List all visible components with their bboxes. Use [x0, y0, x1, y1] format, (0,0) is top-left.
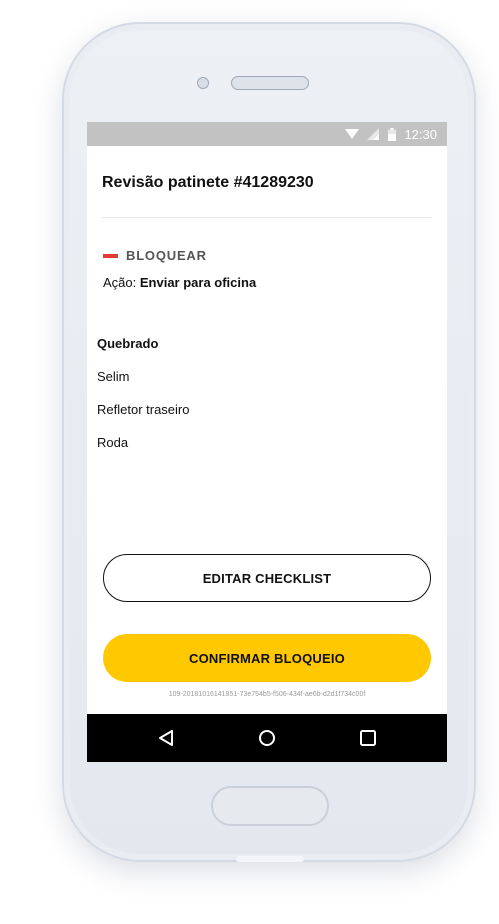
broken-item: Selim: [97, 369, 130, 384]
broken-item: Roda: [97, 435, 129, 450]
battery-icon: [388, 127, 397, 141]
divider: [102, 217, 431, 218]
screen: 12:30 Revisão patinete #41289230 BLOQUEA…: [87, 122, 447, 762]
footer-id: 109-20181016141851-73e754b5-f506-434f-ae…: [168, 691, 366, 698]
block-label: BLOQUEAR: [126, 248, 207, 263]
red-status-bar: [103, 253, 118, 258]
page-title: Revisão patinete #41289230: [102, 174, 314, 191]
phone-bottom-edge: [236, 856, 304, 862]
status-icons: 12:30: [345, 126, 437, 142]
action-value: Enviar para oficina: [139, 275, 257, 290]
signal-icon: [367, 128, 380, 140]
broken-item: Refletor traseiro: [97, 402, 190, 417]
phone-home-button[interactable]: [211, 786, 329, 826]
wifi-icon: [345, 129, 360, 139]
android-nav-bar: [87, 714, 447, 762]
home-icon[interactable]: [257, 728, 277, 748]
action-prefix: Ação:: [103, 275, 140, 290]
status-bar: 12:30: [87, 122, 447, 146]
camera-icon: [197, 77, 209, 89]
recents-icon[interactable]: [358, 728, 378, 748]
action-line: Ação: Enviar para oficina: [103, 275, 256, 290]
speaker-grille: [231, 76, 309, 90]
back-icon[interactable]: [157, 728, 177, 748]
status-time: 12:30: [404, 126, 437, 142]
confirm-block-button[interactable]: CONFIRMAR BLOQUEIO: [103, 634, 431, 682]
edit-checklist-button[interactable]: EDITAR CHECKLIST: [103, 554, 431, 602]
block-status: BLOQUEAR: [103, 248, 207, 263]
broken-section-title: Quebrado: [97, 336, 159, 351]
